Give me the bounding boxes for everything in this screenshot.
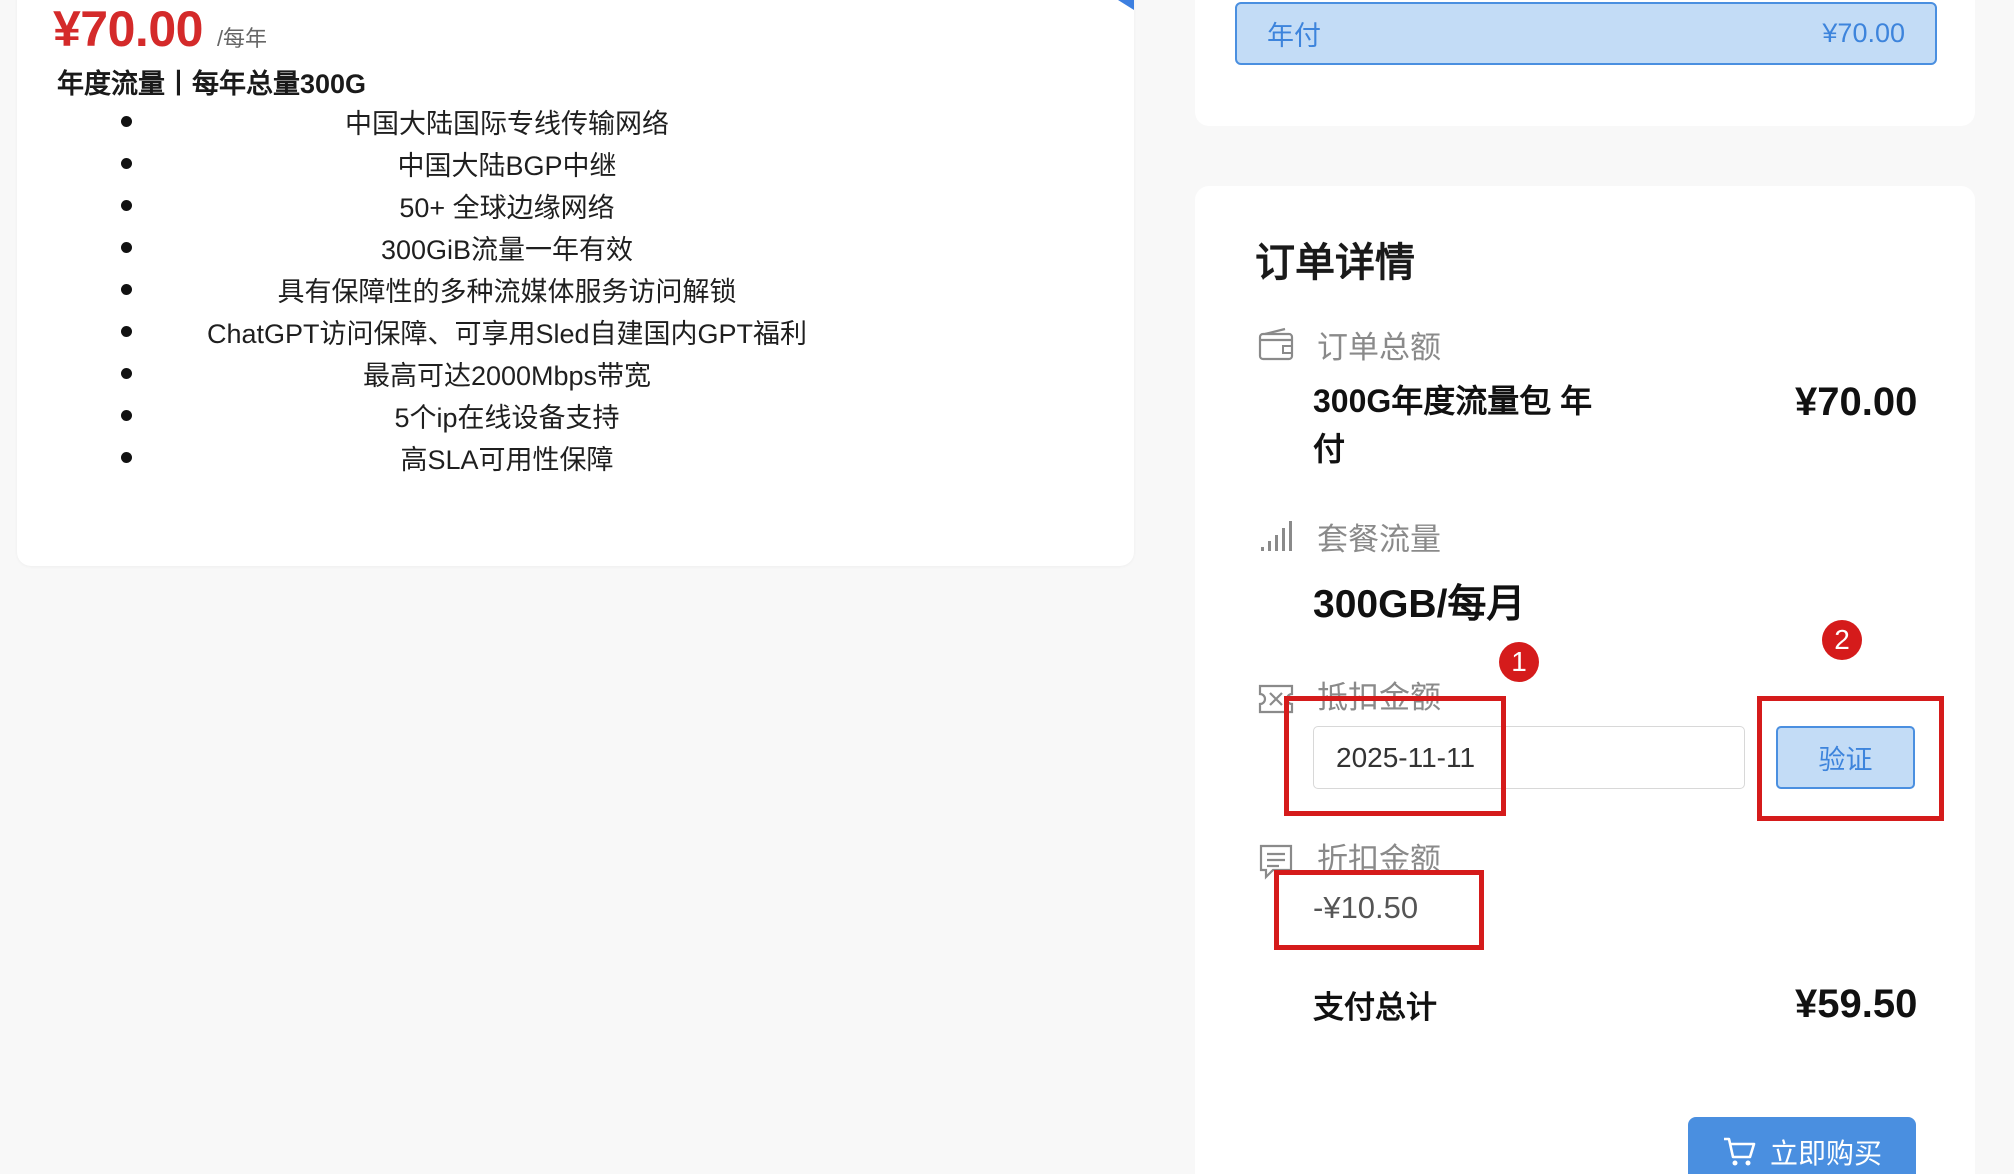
feature-item: 中国大陆BGP中继: [107, 140, 1157, 182]
product-name-line1: 300G年度流量包 年: [1313, 383, 1593, 419]
feature-text: 300GiB流量一年有效: [380, 235, 634, 265]
wallet-icon: [1258, 327, 1294, 361]
discount-value: -¥10.50: [1313, 890, 1419, 925]
annotation-badge-1: 1: [1499, 642, 1539, 682]
page: ¥70.00 /每年 年度流量丨每年总量300G 中国大陆国际专线传输网络 中国…: [0, 0, 2014, 1174]
feature-item: 最高可达2000Mbps带宽: [107, 350, 1157, 392]
signal-bars-icon: [1261, 521, 1292, 551]
plan-period: /每年: [216, 26, 268, 51]
buy-now-label: 立即购买: [1769, 1138, 1882, 1169]
feature-text: 高SLA可用性保障: [400, 445, 614, 475]
plan-price: ¥70.00: [53, 1, 203, 57]
feature-item: 高SLA可用性保障: [107, 434, 1157, 476]
traffic-value: 300GB/每月: [1313, 583, 1526, 626]
cart-icon: [1723, 1137, 1756, 1166]
feature-text: ChatGPT访问保障、可享用Sled自建国内GPT福利: [206, 319, 808, 349]
order-details-card: 订单详情 订单总额 300G年度流量包 年 付 ¥70.00 套餐流量 300G…: [1195, 186, 1975, 1174]
feature-item: 具有保障性的多种流媒体服务访问解锁: [107, 266, 1157, 308]
coupon-label: 抵扣金额: [1317, 680, 1441, 715]
pay-total-value: ¥59.50: [1795, 982, 1918, 1026]
verify-button[interactable]: 验证: [1776, 726, 1915, 789]
discount-label: 折扣金额: [1317, 842, 1441, 877]
plan-subtitle: 年度流量丨每年总量300G: [57, 69, 367, 99]
feature-text: 中国大陆BGP中继: [397, 151, 617, 181]
coupon-code-input[interactable]: [1313, 726, 1745, 789]
pay-total-label: 支付总计: [1313, 990, 1437, 1025]
billing-option-yearly[interactable]: 年付 ¥70.00: [1235, 2, 1937, 65]
buy-now-button[interactable]: 立即购买: [1688, 1117, 1916, 1174]
product-price: ¥70.00: [1795, 380, 1918, 424]
order-title: 订单详情: [1255, 241, 1415, 285]
order-total-label: 订单总额: [1317, 330, 1441, 365]
feature-item: 5个ip在线设备支持: [107, 392, 1157, 434]
annotation-badge-2: 2: [1822, 620, 1862, 660]
feature-item: 50+ 全球边缘网络: [107, 182, 1157, 224]
plan-price-row: ¥70.00 /每年: [53, 0, 267, 58]
receipt-icon: [1259, 844, 1293, 880]
traffic-label: 套餐流量: [1317, 522, 1441, 557]
feature-item: 中国大陆国际专线传输网络: [107, 98, 1157, 140]
plan-card: ¥70.00 /每年 年度流量丨每年总量300G 中国大陆国际专线传输网络 中国…: [17, 0, 1134, 566]
feature-text: 具有保障性的多种流媒体服务访问解锁: [277, 277, 737, 307]
billing-card: 年付 ¥70.00: [1195, 0, 1975, 126]
billing-option-price: ¥70.00: [1822, 18, 1905, 48]
feature-text: 中国大陆国际专线传输网络: [345, 109, 669, 139]
feature-text: 5个ip在线设备支持: [394, 403, 620, 433]
billing-option-label: 年付: [1267, 21, 1321, 51]
feature-text: 最高可达2000Mbps带宽: [362, 361, 652, 391]
feature-item: ChatGPT访问保障、可享用Sled自建国内GPT福利: [107, 308, 1157, 350]
product-name-line2: 付: [1313, 431, 1346, 467]
feature-item: 300GiB流量一年有效: [107, 224, 1157, 266]
feature-text: 50+ 全球边缘网络: [399, 193, 615, 223]
feature-list: 中国大陆国际专线传输网络 中国大陆BGP中继 50+ 全球边缘网络 300GiB…: [107, 98, 1157, 476]
coupon-icon: [1258, 684, 1294, 714]
